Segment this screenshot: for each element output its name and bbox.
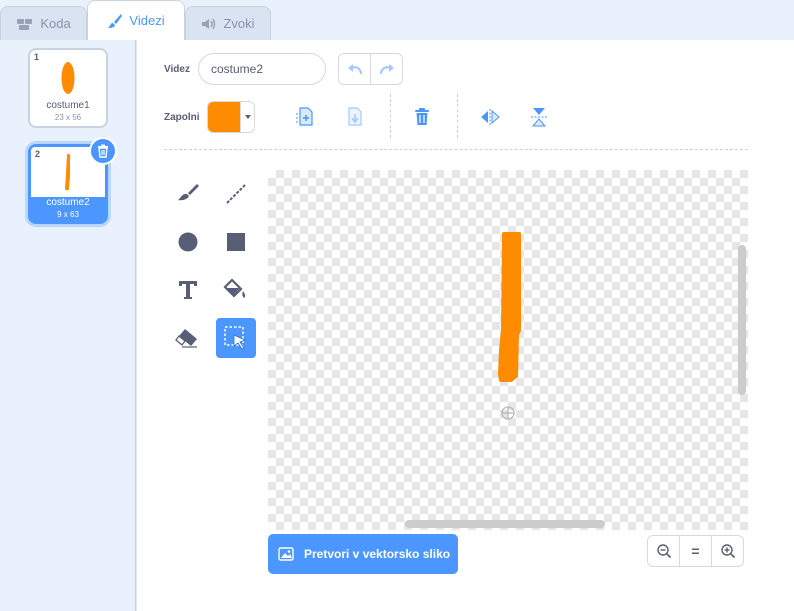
fill-tool[interactable] [216, 270, 256, 310]
delete-costume-button[interactable] [89, 137, 117, 165]
text-icon [179, 281, 197, 299]
line-tool[interactable] [216, 174, 256, 214]
select-tool[interactable] [216, 318, 256, 358]
tab-label: Koda [40, 16, 71, 31]
tab-code[interactable]: Koda [0, 6, 87, 40]
zoom-in-button[interactable] [711, 536, 743, 566]
costume-name: costume2 [46, 197, 90, 208]
toolbar-separator [164, 149, 748, 150]
paintbrush-icon [108, 13, 123, 28]
flip-vertical-icon [531, 108, 547, 127]
circle-tool[interactable] [168, 222, 208, 262]
copy-button[interactable] [289, 101, 321, 133]
paint-bucket-icon [223, 278, 246, 298]
rectangle-icon [227, 233, 245, 251]
toolbar-divider [457, 94, 458, 138]
line-icon [226, 184, 246, 204]
tab-costumes[interactable]: Videzi [87, 0, 185, 40]
trash-icon [415, 108, 429, 125]
costume-drawing [498, 232, 521, 382]
fill-label: Zapolni [164, 112, 200, 123]
rectangle-tool[interactable] [216, 222, 256, 262]
undo-icon [347, 64, 362, 75]
zoom-out-icon [656, 544, 671, 559]
costume-name: costume1 [46, 100, 90, 111]
costume-item-1[interactable]: 1 costume1 23 x 56 [28, 48, 108, 128]
brush-icon [178, 184, 199, 201]
copy-icon [296, 107, 313, 126]
zoom-reset-button[interactable]: = [679, 536, 711, 566]
crosshair-icon [501, 406, 515, 420]
tab-sounds[interactable]: Zvoki [185, 6, 271, 40]
zoom-reset-label: = [691, 543, 700, 559]
eraser-tool[interactable] [168, 318, 208, 358]
speaker-icon [202, 18, 216, 29]
zoom-out-button[interactable] [648, 536, 679, 566]
image-icon [278, 547, 294, 561]
chevron-down-icon [241, 102, 254, 132]
redo-icon [379, 64, 394, 75]
fill-color-swatch [208, 102, 241, 132]
paste-button[interactable] [338, 101, 370, 133]
costume-number: 2 [35, 149, 41, 159]
fill-color-picker[interactable] [207, 101, 255, 133]
redo-button[interactable] [370, 54, 402, 84]
circle-icon [178, 232, 198, 252]
code-icon [17, 18, 33, 30]
tab-label: Zvoki [223, 16, 255, 31]
brush-tool[interactable] [168, 174, 208, 214]
flip-horizontal-icon [481, 109, 500, 125]
flip-horizontal-button[interactable] [474, 101, 506, 133]
vertical-scrollbar[interactable] [738, 245, 746, 395]
trash-icon [98, 144, 108, 158]
costume-thumbnail [30, 56, 106, 100]
convert-to-vector-button[interactable]: Pretvori v vektorsko sliko [268, 534, 458, 574]
toolbar-divider [390, 94, 391, 138]
tab-bar: Koda Videzi Zvoki [0, 0, 794, 40]
costume-size: 9 x 63 [57, 210, 79, 219]
convert-label: Pretvori v vektorsko sliko [304, 547, 451, 561]
editor-gutter [136, 40, 152, 611]
paste-icon [348, 107, 362, 126]
costume-size: 23 x 56 [54, 113, 82, 122]
tab-label: Videzi [129, 13, 165, 28]
undo-button[interactable] [339, 54, 370, 84]
select-icon [224, 326, 247, 350]
costume-name-input[interactable] [198, 53, 326, 85]
zoom-controls: = [647, 535, 744, 567]
costume-name-label: Videz [164, 64, 190, 75]
eraser-icon [175, 329, 197, 348]
horizontal-scrollbar[interactable] [405, 520, 605, 528]
delete-button[interactable] [406, 101, 438, 133]
text-tool[interactable] [168, 270, 208, 310]
costume-list: 1 costume1 23 x 56 2 costume2 9 x 63 [0, 40, 136, 611]
zoom-in-icon [720, 544, 735, 559]
drawing-canvas[interactable] [268, 170, 748, 530]
undo-redo-group [338, 53, 403, 85]
flip-vertical-button[interactable] [523, 101, 555, 133]
